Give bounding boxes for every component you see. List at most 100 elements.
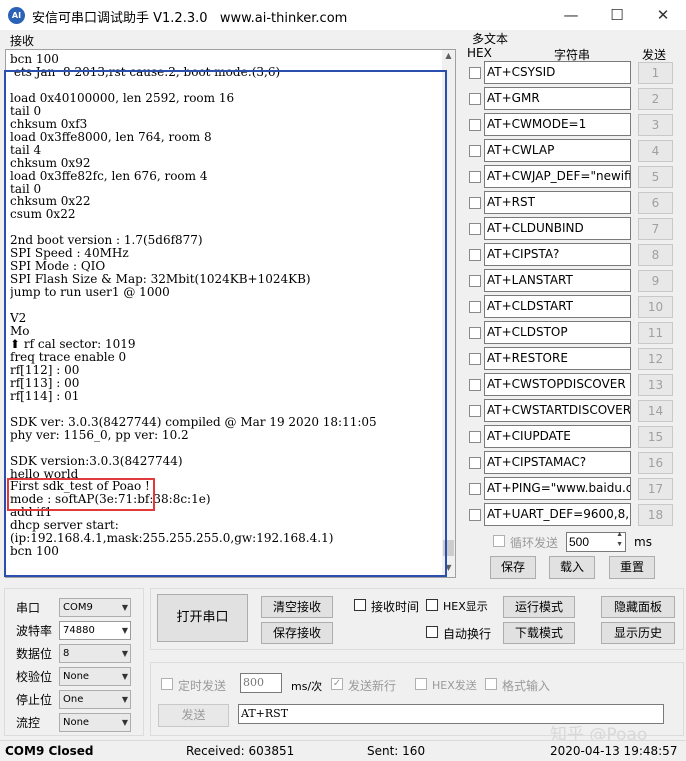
multitext-hex-checkbox[interactable] [469, 509, 481, 521]
multitext-send-button[interactable]: 6 [638, 192, 673, 214]
multitext-hex-checkbox[interactable] [469, 145, 481, 157]
multitext-send-button[interactable]: 17 [638, 478, 673, 500]
multitext-hex-checkbox[interactable] [469, 119, 481, 131]
multitext-command-input[interactable]: AT+LANSTART [484, 269, 631, 292]
multitext-command-input[interactable]: AT+CWLAP [484, 139, 631, 162]
multitext-row: AT+CLDSTART 10 [468, 295, 684, 319]
multitext-send-button[interactable]: 13 [638, 374, 673, 396]
parity-select[interactable]: None ▼ [59, 667, 131, 686]
save-receive-button[interactable]: 保存接收 [261, 622, 333, 644]
multitext-hex-checkbox[interactable] [469, 353, 481, 365]
multitext-hex-checkbox[interactable] [469, 483, 481, 495]
multitext-send-button[interactable]: 12 [638, 348, 673, 370]
multitext-hex-checkbox[interactable] [469, 457, 481, 469]
multitext-row: AT+CIPSTA? 8 [468, 243, 684, 267]
multitext-send-button[interactable]: 7 [638, 218, 673, 240]
multitext-send-button[interactable]: 11 [638, 322, 673, 344]
spinner-icon[interactable]: ▲ ▼ [616, 530, 623, 550]
multitext-send-button[interactable]: 15 [638, 426, 673, 448]
multitext-hex-checkbox[interactable] [469, 327, 481, 339]
multitext-label: 多文本 [472, 32, 509, 46]
format-input-checkbox[interactable] [485, 678, 497, 690]
multitext-row: AT+RESTORE 12 [468, 347, 684, 371]
hex-send-checkbox[interactable] [415, 678, 427, 690]
multitext-hex-checkbox[interactable] [469, 249, 481, 261]
multitext-hex-checkbox[interactable] [469, 275, 481, 287]
multitext-send-button[interactable]: 9 [638, 270, 673, 292]
format-input-label: 格式输入 [502, 679, 551, 693]
loop-interval-input[interactable]: 500 ▲ ▼ [566, 530, 626, 552]
multitext-row: AT+CWMODE=1 3 [468, 113, 684, 137]
send-newline-checkbox[interactable]: ✓ [331, 678, 343, 690]
multitext-command-input[interactable]: AT+GMR [484, 87, 631, 110]
multitext-command-input[interactable]: AT+CIPSTA? [484, 243, 631, 266]
timed-period-input[interactable]: 800 [240, 673, 282, 693]
multitext-command-input[interactable]: AT+CWMODE=1 [484, 113, 631, 136]
multitext-command-input[interactable]: AT+RST [484, 191, 631, 214]
multitext-hex-checkbox[interactable] [469, 379, 481, 391]
save-button[interactable]: 保存 [490, 556, 536, 579]
multitext-command-input[interactable]: AT+CWSTARTDISCOVER= [484, 399, 631, 422]
multitext-hex-checkbox[interactable] [469, 405, 481, 417]
flow-control-select[interactable]: None ▼ [59, 713, 131, 732]
multitext-command-input[interactable]: AT+CLDSTART [484, 295, 631, 318]
multitext-hex-checkbox[interactable] [469, 93, 481, 105]
data-bits-select[interactable]: 8 ▼ [59, 644, 131, 663]
send-button[interactable]: 发送 [158, 704, 229, 727]
timed-send-checkbox[interactable] [161, 678, 173, 690]
open-port-button[interactable]: 打开串口 [157, 594, 248, 642]
title-bar: AI 安信可串口调试助手 V1.2.3.0 www.ai-thinker.com… [0, 0, 686, 30]
multitext-command-input[interactable]: AT+CIPSTAMAC? [484, 451, 631, 474]
multitext-send-button[interactable]: 8 [638, 244, 673, 266]
multitext-send-button[interactable]: 18 [638, 504, 673, 526]
period-unit-label: ms/次 [291, 680, 323, 693]
receive-scrollbar[interactable]: ▲ ▼ [442, 50, 455, 577]
hide-panel-button[interactable]: 隐藏面板 [601, 596, 675, 618]
multitext-command-input[interactable]: AT+CIUPDATE [484, 425, 631, 448]
port-select[interactable]: COM9 ▼ [59, 598, 131, 617]
minimize-button[interactable]: — [548, 0, 594, 30]
multitext-command-input[interactable]: AT+CLDSTOP [484, 321, 631, 344]
multitext-command-input[interactable]: AT+RESTORE [484, 347, 631, 370]
clear-receive-button[interactable]: 清空接收 [261, 596, 333, 618]
multitext-send-button[interactable]: 14 [638, 400, 673, 422]
run-mode-button[interactable]: 运行模式 [503, 596, 575, 618]
multitext-hex-checkbox[interactable] [469, 197, 481, 209]
auto-wrap-checkbox[interactable] [426, 626, 438, 638]
scrollbar-thumb[interactable] [443, 540, 454, 556]
receive-time-checkbox[interactable] [354, 599, 366, 611]
load-button[interactable]: 载入 [549, 556, 595, 579]
multitext-command-input[interactable]: AT+PING="www.baidu.cor [484, 477, 631, 500]
loop-send-checkbox[interactable] [493, 535, 505, 547]
multitext-command-input[interactable]: AT+CWSTOPDISCOVER [484, 373, 631, 396]
data-label: 数据位 [16, 647, 53, 661]
multitext-hex-checkbox[interactable] [469, 223, 481, 235]
multitext-hex-checkbox[interactable] [469, 431, 481, 443]
baud-label: 波特率 [16, 624, 53, 638]
stop-bits-select[interactable]: One ▼ [59, 690, 131, 709]
scroll-up-icon[interactable]: ▲ [443, 51, 454, 63]
reset-button[interactable]: 重置 [609, 556, 655, 579]
multitext-command-input[interactable]: AT+CSYSID [484, 61, 631, 84]
download-mode-button[interactable]: 下载模式 [503, 622, 575, 644]
multitext-command-input[interactable]: AT+UART_DEF=9600,8,1, [484, 503, 631, 526]
close-button[interactable]: ✕ [640, 0, 686, 30]
hex-display-checkbox[interactable] [426, 599, 438, 611]
multitext-hex-checkbox[interactable] [469, 301, 481, 313]
multitext-command-input[interactable]: AT+CWJAP_DEF="newifi_ [484, 165, 631, 188]
scroll-down-icon[interactable]: ▼ [443, 563, 454, 575]
multitext-hex-checkbox[interactable] [469, 171, 481, 183]
multitext-send-button[interactable]: 10 [638, 296, 673, 318]
multitext-send-button[interactable]: 2 [638, 88, 673, 110]
multitext-send-button[interactable]: 1 [638, 62, 673, 84]
multitext-send-button[interactable]: 4 [638, 140, 673, 162]
multitext-hex-checkbox[interactable] [469, 67, 481, 79]
maximize-button[interactable]: ☐ [594, 0, 640, 30]
multitext-send-button[interactable]: 3 [638, 114, 673, 136]
show-history-button[interactable]: 显示历史 [601, 622, 675, 644]
multitext-send-button[interactable]: 5 [638, 166, 673, 188]
baud-select[interactable]: 74880 ▼ [59, 621, 131, 640]
multitext-send-button[interactable]: 16 [638, 452, 673, 474]
receive-textarea[interactable]: bcn 100 ets Jan 8 2013,rst cause:2, boot… [5, 49, 456, 578]
multitext-command-input[interactable]: AT+CLDUNBIND [484, 217, 631, 240]
